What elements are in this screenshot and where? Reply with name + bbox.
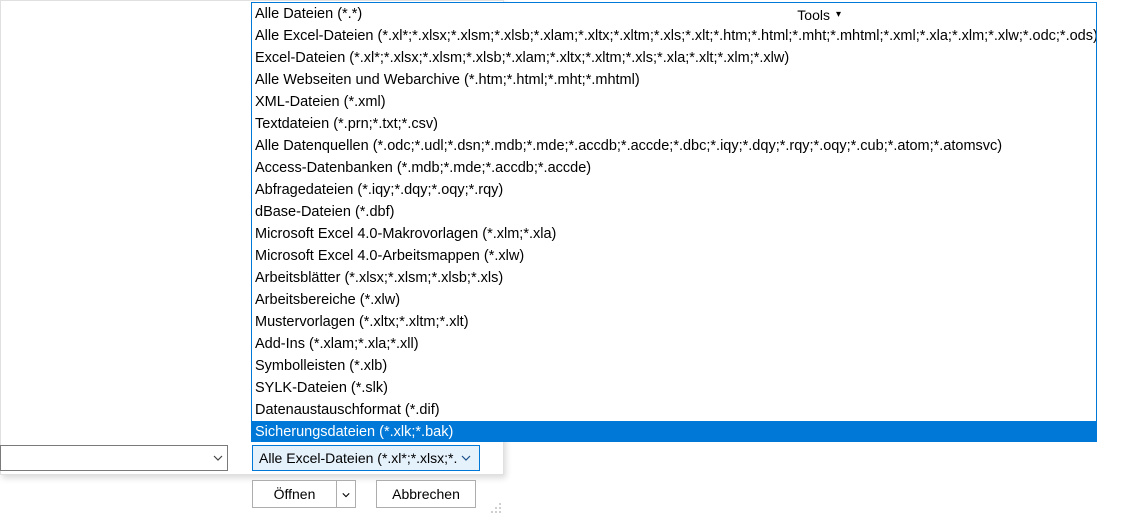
file-type-option[interactable]: dBase-Dateien (*.dbf) [252,201,1096,223]
file-type-option[interactable]: Arbeitsblätter (*.xlsx;*.xlsm;*.xlsb;*.x… [252,267,1096,289]
tools-button-label: Tools [797,7,830,23]
open-button[interactable]: Öffnen [252,480,356,508]
file-type-option[interactable]: Arbeitsbereiche (*.xlw) [252,289,1096,311]
file-type-option[interactable]: Microsoft Excel 4.0-Makrovorlagen (*.xlm… [252,223,1096,245]
file-type-combobox[interactable]: Alle Excel-Dateien (*.xl*;*.xlsx;*. [252,445,480,471]
caret-down-icon [342,486,350,502]
file-type-option[interactable]: Sicherungsdateien (*.xlk;*.bak) [252,421,1096,442]
file-type-option[interactable]: Alle Dateien (*.*) [252,3,1096,25]
file-type-option[interactable]: XML-Dateien (*.xml) [252,91,1096,113]
file-type-option[interactable]: Access-Datenbanken (*.mdb;*.mde;*.accdb;… [252,157,1096,179]
file-type-selected-text: Alle Excel-Dateien (*.xl*;*.xlsx;*. [259,450,459,466]
file-type-option[interactable]: Add-Ins (*.xlam;*.xla;*.xll) [252,333,1096,355]
file-type-option[interactable]: Abfragedateien (*.iqy;*.dqy;*.oqy;*.rqy) [252,179,1096,201]
file-type-option[interactable]: Mustervorlagen (*.xltx;*.xltm;*.xlt) [252,311,1096,333]
file-type-option[interactable]: Excel-Dateien (*.xl*;*.xlsx;*.xlsm;*.xls… [252,47,1096,69]
tools-button[interactable]: Tools ▾ [791,4,847,26]
file-type-dropdown-list[interactable]: Alle Dateien (*.*)Alle Excel-Dateien (*.… [251,2,1097,442]
cancel-button-label: Abbrechen [392,486,460,502]
file-type-option[interactable]: Alle Webseiten und Webarchive (*.htm;*.h… [252,69,1096,91]
open-button-split[interactable] [337,481,355,507]
file-type-option[interactable]: Alle Datenquellen (*.odc;*.udl;*.dsn;*.m… [252,135,1096,157]
file-type-option[interactable]: Datenaustauschformat (*.dif) [252,399,1096,421]
file-type-option[interactable]: Symbolleisten (*.xlb) [252,355,1096,377]
chevron-down-icon [213,453,223,463]
cancel-button[interactable]: Abbrechen [376,480,476,508]
filename-input[interactable] [0,445,228,471]
open-button-main[interactable]: Öffnen [253,481,337,507]
file-type-option[interactable]: Alle Excel-Dateien (*.xl*;*.xlsx;*.xlsm;… [252,25,1096,47]
file-type-option[interactable]: Textdateien (*.prn;*.txt;*.csv) [252,113,1096,135]
open-button-label: Öffnen [274,486,316,502]
file-type-option[interactable]: Microsoft Excel 4.0-Arbeitsmappen (*.xlw… [252,245,1096,267]
caret-down-icon: ▾ [836,10,841,20]
chevron-down-icon [459,453,473,463]
file-type-option[interactable]: SYLK-Dateien (*.slk) [252,377,1096,399]
resize-grip-icon[interactable] [490,502,504,516]
